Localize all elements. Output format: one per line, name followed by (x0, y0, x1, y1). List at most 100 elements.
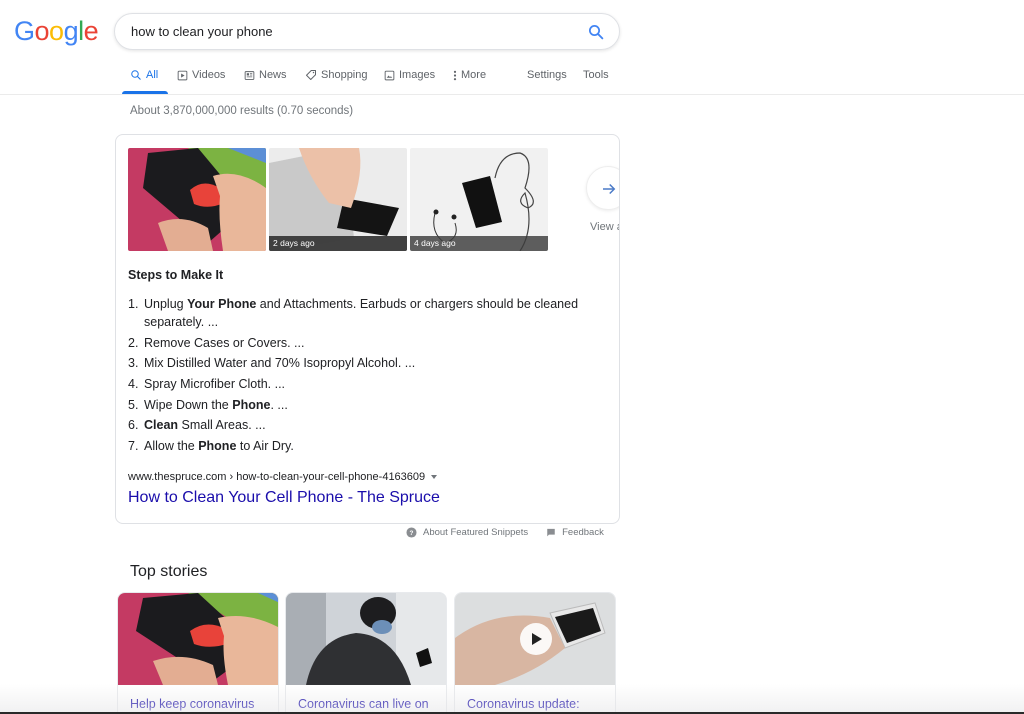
step-text-bold: Your Phone (187, 297, 257, 311)
snippet-image-1[interactable] (128, 148, 266, 251)
step-text: . ... (270, 397, 288, 412)
next-images-button[interactable] (586, 166, 619, 210)
tab-label: Shopping (321, 69, 368, 81)
phone-cleaning-photo (128, 148, 266, 251)
snippet-footer: ? About Featured Snippets Feedback (406, 527, 604, 538)
tab-label: Tools (583, 69, 609, 81)
step-text-bold: Phone (232, 397, 271, 412)
steps-title: Steps to Make It (128, 268, 224, 282)
help-circle-icon: ? (406, 527, 417, 538)
step-item: 7. Allow the Phone to Air Dry. (128, 437, 608, 455)
story-title[interactable]: Help keep coronavirus (130, 697, 254, 711)
feedback-label: Feedback (562, 527, 604, 538)
phone-cleaning-photo (118, 593, 278, 685)
story-card-3[interactable]: Coronavirus update: (454, 592, 616, 714)
step-number: 5. (128, 397, 139, 412)
logo-letter: g (63, 16, 79, 46)
tab-news[interactable]: News (244, 69, 287, 81)
tab-more[interactable]: More (453, 69, 486, 81)
story-card-1[interactable]: Help keep coronavirus (117, 592, 279, 714)
step-text: to Air Dry. (236, 439, 294, 454)
tag-icon (306, 70, 316, 80)
step-item: 1. Unplug Your Phone and Attachments. Ear… (128, 295, 608, 331)
top-stories-heading: Top stories (130, 563, 208, 580)
svg-text:?: ? (410, 530, 414, 537)
step-text: Remove Cases or Covers. ... (144, 335, 305, 350)
play-icon (532, 633, 542, 645)
google-logo[interactable]: Google (14, 16, 99, 47)
step-number: 4. (128, 377, 139, 392)
step-text: Small Areas. ... (178, 418, 266, 433)
story-thumbnail (286, 593, 446, 685)
step-item: 2. Remove Cases or Covers. ... (128, 334, 608, 352)
logo-letter: e (83, 16, 99, 46)
step-number: 7. (128, 439, 139, 454)
tab-tools[interactable]: Tools (583, 69, 609, 81)
newspaper-icon (244, 70, 255, 80)
feedback-flag-icon (547, 528, 555, 536)
person-in-mask-photo (286, 593, 446, 685)
step-text: Wipe Down the (144, 397, 233, 412)
story-thumbnail (118, 593, 278, 685)
story-thumbnail (455, 593, 615, 685)
more-vertical-icon (453, 70, 457, 80)
about-featured-snippets-link[interactable]: ? About Featured Snippets (406, 527, 528, 538)
step-text-bold: Clean (144, 418, 179, 433)
snippet-image-2[interactable]: 2 days ago (269, 148, 407, 251)
story-card-2[interactable]: Coronavirus can live on (285, 592, 447, 714)
step-item: 3. Mix Distilled Water and 70% Isopropyl … (128, 354, 608, 372)
search-box (114, 13, 620, 50)
step-item: 4. Spray Microfiber Cloth. ... (128, 375, 608, 393)
snippet-image-3[interactable]: 4 days ago (410, 148, 548, 251)
tab-label: More (461, 69, 487, 81)
step-text: Mix Distilled Water and 70% Isopropyl Al… (144, 356, 416, 371)
source-url: www.thespruce.com › how-to-clean-your-ce… (128, 471, 438, 483)
story-title[interactable]: Coronavirus update: (467, 697, 580, 711)
tab-label: Videos (192, 69, 226, 81)
step-item: 6. Clean Small Areas. ... (128, 416, 608, 434)
video-play-button[interactable] (520, 623, 552, 655)
tab-all[interactable]: All (130, 69, 158, 81)
tab-label: Images (399, 69, 436, 81)
image-caption: 4 days ago (410, 236, 548, 251)
featured-snippet-card: 2 days ago 4 days ago View all Steps to … (115, 134, 620, 524)
search-icon (588, 24, 604, 40)
tab-label: Settings (527, 69, 567, 81)
step-number: 1. (128, 297, 139, 311)
step-number: 2. (128, 335, 139, 350)
logo-letter: o (49, 16, 64, 46)
view-all-link[interactable]: View all (590, 221, 619, 233)
url-options-caret-icon[interactable] (431, 475, 438, 479)
header-divider (0, 94, 1024, 95)
play-box-icon (177, 70, 188, 80)
image-icon (384, 70, 395, 80)
source-title-link[interactable]: How to Clean Your Cell Phone - The Spruc… (128, 489, 440, 507)
tab-label: All (146, 69, 159, 81)
step-number: 3. (128, 356, 139, 371)
tab-label: News (259, 69, 287, 81)
search-input[interactable] (131, 14, 571, 49)
step-text-bold: Phone (198, 439, 237, 454)
tab-images[interactable]: Images (384, 69, 435, 81)
tab-settings[interactable]: Settings (527, 69, 567, 81)
step-text: Unplug (144, 297, 188, 311)
logo-letter: o (34, 16, 50, 46)
step-text: Allow the (144, 439, 199, 454)
tab-videos[interactable]: Videos (177, 69, 225, 81)
step-text: Spray Microfiber Cloth. ... (144, 377, 286, 392)
about-label: About Featured Snippets (423, 527, 529, 538)
logo-letter: G (14, 16, 35, 46)
story-title[interactable]: Coronavirus can live on (298, 697, 429, 711)
feedback-link[interactable]: Feedback (546, 527, 604, 538)
result-stats: About 3,870,000,000 results (0.70 second… (130, 105, 354, 117)
step-item: 5. Wipe Down the Phone. ... (128, 396, 608, 414)
step-number: 6. (128, 418, 139, 433)
search-button[interactable] (587, 23, 605, 41)
search-icon (131, 70, 141, 80)
image-caption: 2 days ago (269, 236, 407, 251)
source-url-text: www.thespruce.com › how-to-clean-your-ce… (128, 471, 426, 483)
steps-list: 1. Unplug Your Phone and Attachments. Ear… (128, 295, 608, 458)
tab-shopping[interactable]: Shopping (305, 69, 368, 81)
search-tabs: All Videos News Shopping Images More Set… (120, 58, 640, 94)
arrow-right-icon (603, 183, 616, 195)
